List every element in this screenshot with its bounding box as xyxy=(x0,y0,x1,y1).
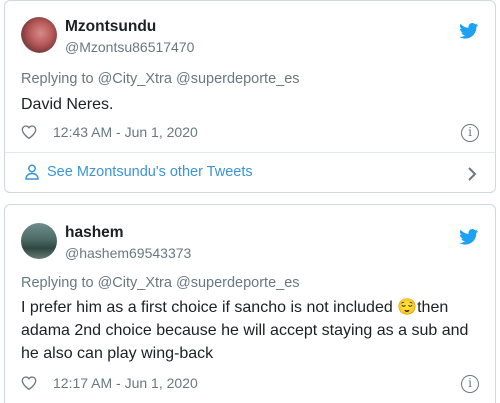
heart-icon[interactable] xyxy=(21,124,37,140)
tweet-meta: 12:17 AM - Jun 1, 2020 xyxy=(21,375,198,391)
divider xyxy=(5,152,495,153)
timestamp[interactable]: 12:17 AM - Jun 1, 2020 xyxy=(53,375,198,391)
info-icon[interactable]: i xyxy=(461,124,479,142)
tweet-text-line: he also can play wing-back xyxy=(21,345,214,362)
reply-context: Replying to @City_Xtra @superdeporte_es xyxy=(21,71,300,87)
reply-mention[interactable]: @superdeporte_es xyxy=(176,275,300,291)
tweet-text: I prefer him as a first choice if sancho… xyxy=(21,296,491,365)
info-icon[interactable]: i xyxy=(461,375,479,393)
tweet-text: David Neres. xyxy=(21,96,114,113)
tweet-text-segment: I prefer him as a first choice if sancho… xyxy=(21,299,393,316)
tweet-card: Mzontsundu @Mzontsu86517470 Replying to … xyxy=(4,0,496,193)
user-name[interactable]: hashem xyxy=(65,224,124,242)
tweet-card: hashem @hashem69543373 Replying to @City… xyxy=(4,204,496,403)
tweet-meta: 12:43 AM - Jun 1, 2020 xyxy=(21,124,198,140)
heart-icon[interactable] xyxy=(21,375,37,391)
tweet-text-line: adama 2nd choice because he will accept … xyxy=(21,322,469,339)
twitter-bird-icon[interactable] xyxy=(459,23,479,39)
reply-mention[interactable]: @City_Xtra xyxy=(98,275,172,291)
see-more-label[interactable]: See Mzontsundu's other Tweets xyxy=(47,164,253,180)
avatar[interactable] xyxy=(21,17,57,53)
person-icon xyxy=(25,164,39,180)
timestamp[interactable]: 12:43 AM - Jun 1, 2020 xyxy=(53,124,198,140)
chevron-right-icon[interactable] xyxy=(467,166,477,182)
user-name[interactable]: Mzontsundu xyxy=(65,18,156,36)
user-handle[interactable]: @Mzontsu86517470 xyxy=(65,39,194,55)
relieved-face-emoji: 😌 xyxy=(397,299,418,316)
user-handle[interactable]: @hashem69543373 xyxy=(65,245,191,261)
reply-context: Replying to @City_Xtra @superdeporte_es xyxy=(21,275,300,291)
tweet-text-line: I prefer him as a first choice if sancho… xyxy=(21,296,491,319)
see-more-tweets-link[interactable]: See Mzontsundu's other Tweets xyxy=(25,164,253,180)
tweet-text-segment: then xyxy=(417,299,449,316)
reply-prefix: Replying to xyxy=(21,71,94,87)
twitter-bird-icon[interactable] xyxy=(459,229,479,245)
reply-mention[interactable]: @City_Xtra xyxy=(98,71,172,87)
reply-prefix: Replying to xyxy=(21,275,94,291)
avatar[interactable] xyxy=(21,223,57,259)
reply-mention[interactable]: @superdeporte_es xyxy=(176,71,300,87)
